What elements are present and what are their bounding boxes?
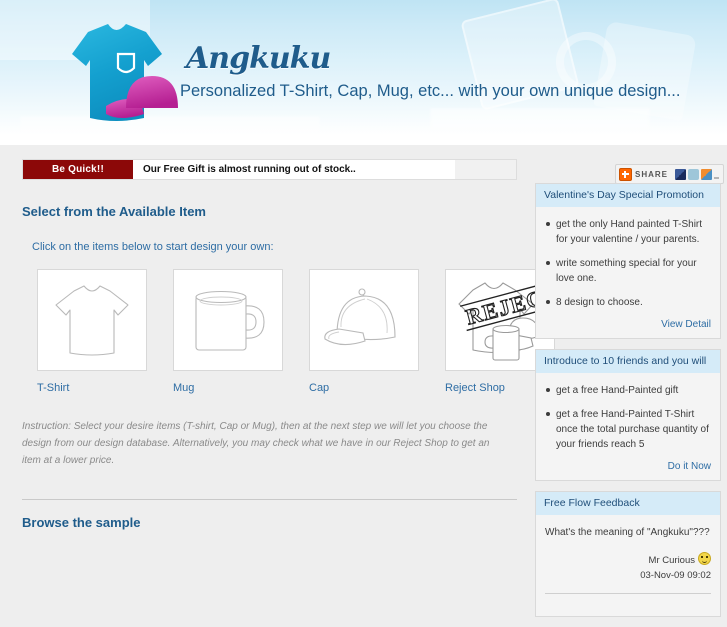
do-it-now-link[interactable]: Do it Now xyxy=(545,461,711,472)
alert-bar: Be Quick!! Our Free Gift is almost runni… xyxy=(22,159,517,180)
page-content: SHARE Be Quick!! Our Free Gift is almost… xyxy=(0,145,727,617)
facebook-icon[interactable] xyxy=(675,168,686,180)
product-grid: T-Shirt Mug Cap REJECT Reject Shop xyxy=(37,269,555,394)
product-label-tshirt[interactable]: T-Shirt xyxy=(37,382,147,394)
sidebar-box-body-feedback: What's the meaning of "Angkuku"??? Mr Cu… xyxy=(536,515,720,616)
product-thumb-tshirt[interactable] xyxy=(37,269,147,371)
valentine-bullet-list: get the only Hand painted T-Shirt for yo… xyxy=(545,217,711,310)
tshirt-outline-icon xyxy=(55,285,129,356)
share-label: SHARE xyxy=(634,169,668,179)
main-column: Be Quick!! Our Free Gift is almost runni… xyxy=(22,145,555,530)
brand-logo-icon[interactable] xyxy=(48,18,184,134)
alert-message: Our Free Gift is almost running out of s… xyxy=(133,160,455,179)
sidebar-box-title-feedback: Free Flow Feedback xyxy=(536,492,720,515)
share-button[interactable]: SHARE xyxy=(618,167,668,181)
page-root: Angkuku Personalized T-Shirt, Cap, Mug, … xyxy=(0,0,727,617)
browse-sample-title: Browse the sample xyxy=(22,515,141,530)
product-thumb-cap[interactable] xyxy=(309,269,419,371)
brand-block: Angkuku Personalized T-Shirt, Cap, Mug, … xyxy=(180,42,720,102)
product-card-cap[interactable]: Cap xyxy=(309,269,419,394)
sidebar-box-body-referral: get a free Hand-Painted gift get a free … xyxy=(536,373,720,480)
feedback-author: Mr Curious xyxy=(648,555,695,566)
feedback-divider xyxy=(545,593,711,608)
cap-outline-icon xyxy=(324,288,396,346)
feedback-timestamp: 03-Nov-09 09:02 xyxy=(640,570,711,581)
brand-name[interactable]: Angkuku xyxy=(186,42,720,76)
sidebar-box-valentine: Valentine's Day Special Promotion get th… xyxy=(535,183,721,339)
feedback-meta: Mr Curious 03-Nov-09 09:02 xyxy=(545,552,711,583)
sidebar-box-body-valentine: get the only Hand painted T-Shirt for yo… xyxy=(536,207,720,338)
product-label-cap[interactable]: Cap xyxy=(309,382,419,394)
feedback-question: What's the meaning of "Angkuku"??? xyxy=(545,527,710,538)
product-card-mug[interactable]: Mug xyxy=(173,269,283,394)
more-icon[interactable] xyxy=(714,169,720,180)
mixx-icon[interactable] xyxy=(701,168,712,180)
product-card-tshirt[interactable]: T-Shirt xyxy=(37,269,147,394)
list-item: get a free Hand-Painted T-Shirt once the… xyxy=(545,407,711,452)
mug-outline-icon xyxy=(195,290,265,351)
sidebar-box-referral: Introduce to 10 friends and you will get… xyxy=(535,349,721,481)
instruction-lead: Click on the items below to start design… xyxy=(32,241,274,253)
referral-bullet-list: get a free Hand-Painted gift get a free … xyxy=(545,383,711,452)
page-title: Select from the Available Item xyxy=(22,204,206,219)
addthis-plus-icon xyxy=(618,167,632,181)
list-item: 8 design to choose. xyxy=(545,295,711,310)
sidebar-box-title-valentine: Valentine's Day Special Promotion xyxy=(536,184,720,207)
list-item: get the only Hand painted T-Shirt for yo… xyxy=(545,217,711,247)
site-header: Angkuku Personalized T-Shirt, Cap, Mug, … xyxy=(0,0,727,145)
list-item: write something special for your love on… xyxy=(545,256,711,286)
sidebar-box-feedback: Free Flow Feedback What's the meaning of… xyxy=(535,491,721,617)
smiley-icon xyxy=(698,552,711,565)
sidebar: Valentine's Day Special Promotion get th… xyxy=(535,183,721,627)
product-thumb-mug[interactable] xyxy=(173,269,283,371)
share-widget[interactable]: SHARE xyxy=(614,164,724,184)
brand-tagline: Personalized T-Shirt, Cap, Mug, etc... w… xyxy=(180,82,681,100)
twitter-icon[interactable] xyxy=(688,168,699,180)
alert-badge: Be Quick!! xyxy=(23,160,133,179)
view-detail-link[interactable]: View Detail xyxy=(545,319,711,330)
sidebar-box-title-referral: Introduce to 10 friends and you will xyxy=(536,350,720,373)
instruction-text: Instruction: Select your desire items (T… xyxy=(22,421,490,466)
share-icon-group[interactable] xyxy=(675,168,720,180)
watermark-blot-right xyxy=(430,108,650,130)
list-item: get a free Hand-Painted gift xyxy=(545,383,711,398)
product-label-mug[interactable]: Mug xyxy=(173,382,283,394)
reject-stamp-icon: REJECT xyxy=(458,280,547,361)
section-divider xyxy=(22,499,517,500)
